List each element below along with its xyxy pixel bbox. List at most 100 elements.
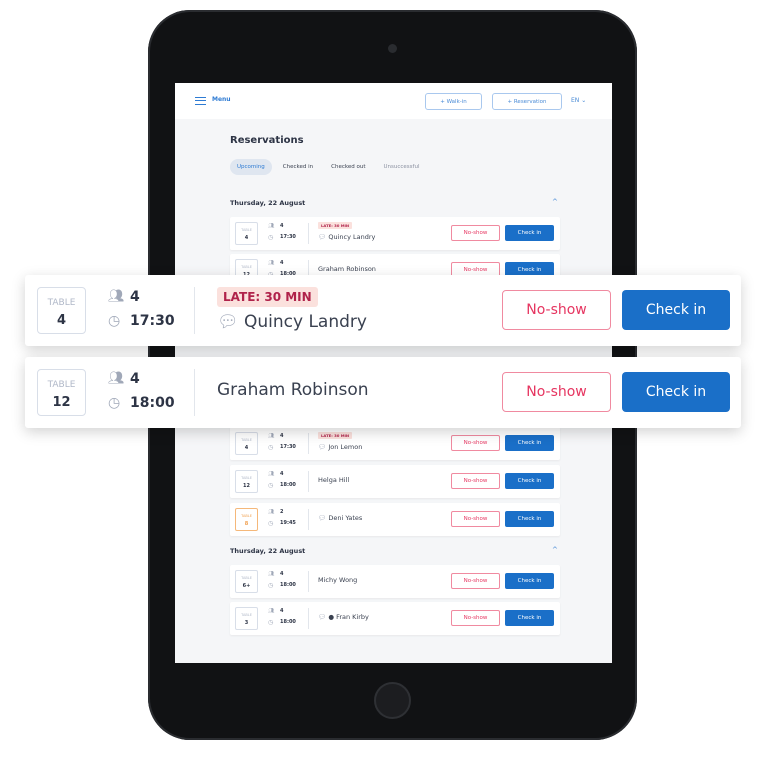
check-in-button[interactable]: Check in: [622, 290, 730, 330]
no-show-button[interactable]: No-show: [451, 473, 500, 489]
reservation-time: 18:00: [130, 395, 175, 411]
reservation-time: 18:00: [280, 482, 296, 488]
guests-icon: 👥︎: [268, 471, 275, 477]
note-icon: 💬︎: [318, 443, 329, 451]
divider: [308, 223, 309, 244]
check-in-button[interactable]: Check in: [622, 372, 730, 412]
add-reservation-button[interactable]: + Reservation: [492, 93, 562, 110]
reservation-time: 19:45: [280, 520, 296, 526]
guest-name: Deni Yates: [328, 514, 363, 522]
guest-count: 4: [280, 471, 284, 477]
reservation-row: TABLE 3 👥︎ 4 ◷ 18:00 💬︎ ● Fran Kirby No-show Che…: [230, 602, 560, 635]
late-badge: LATE: 30 MIN: [318, 222, 353, 229]
clock-icon: ◷: [268, 619, 274, 626]
no-show-button[interactable]: No-show: [451, 435, 500, 451]
clock-icon: ◷: [268, 482, 274, 489]
check-in-button[interactable]: Check in: [505, 573, 554, 589]
divider: [308, 433, 309, 454]
menu-button[interactable]: Menu: [212, 96, 231, 103]
table-badge: TABLE 4: [37, 287, 86, 334]
reservation-time: 18:00: [280, 619, 296, 625]
table-label: TABLE: [241, 438, 252, 442]
table-label: TABLE: [47, 298, 76, 308]
chevron-down-icon: ⌄: [581, 97, 587, 104]
tab-unsuccessful[interactable]: Unsuccessful: [377, 159, 427, 175]
no-show-button[interactable]: No-show: [451, 573, 500, 589]
reservation-row: TABLE 8 👥︎ 2 ◷ 19:45 💬︎ Deni Yates No-show Check…: [230, 503, 560, 536]
language-value: EN: [571, 97, 580, 104]
clock-icon: ◷: [108, 313, 121, 329]
guest-name: Michy Wong: [318, 576, 358, 584]
guest-name-wrap: Michy Wong: [318, 576, 357, 584]
guest-count: 4: [280, 260, 284, 266]
tab-checked-out[interactable]: Checked out: [324, 159, 372, 175]
check-in-button[interactable]: Check in: [505, 473, 554, 489]
table-number: 4: [244, 445, 249, 451]
check-in-button[interactable]: Check in: [505, 511, 554, 527]
note-icon: 💬︎: [318, 233, 329, 241]
page-title: Reservations: [230, 135, 304, 146]
clock-icon: ◷: [268, 582, 274, 589]
collapse-chevron-icon[interactable]: ^: [552, 546, 558, 554]
table-label: TABLE: [241, 576, 252, 580]
language-selector[interactable]: EN ⌄: [571, 97, 586, 104]
guest-name-wrap: 💬︎ Quincy Landry: [318, 233, 375, 241]
guest-count: 4: [280, 571, 284, 577]
clock-icon: ◷: [268, 234, 274, 241]
reservation-row: TABLE 4 👥︎ 4 ◷ 17:30 LATE: 30 MIN 💬︎ Jon Lemon N…: [230, 427, 560, 460]
guest-name-wrap: Graham Robinson: [318, 265, 376, 273]
guest-name-wrap: 💬︎ Quincy Landry: [217, 312, 367, 332]
no-show-button[interactable]: No-show: [451, 225, 500, 241]
guest-count: 4: [130, 289, 140, 305]
table-label: TABLE: [241, 476, 252, 480]
table-number: 12: [243, 483, 250, 489]
collapse-chevron-icon[interactable]: ^: [552, 198, 558, 206]
no-show-button[interactable]: No-show: [451, 610, 500, 626]
table-label: TABLE: [47, 380, 76, 390]
guest-name: Quincy Landry: [244, 312, 367, 332]
reservation-row: TABLE 6+ 👥︎ 4 ◷ 18:00 Michy Wong No-show Check i…: [230, 565, 560, 598]
no-show-button[interactable]: No-show: [502, 372, 611, 412]
guests-icon: 👥︎: [268, 571, 275, 577]
reservation-time: 17:30: [280, 444, 296, 450]
guest-name: Jon Lemon: [328, 443, 363, 451]
note-icon: 💬︎: [318, 613, 329, 621]
guests-icon: 👥︎: [268, 608, 275, 614]
table-badge: TABLE 8: [235, 508, 258, 531]
top-bar: Menu + Walk-in + Reservation EN ⌄: [175, 83, 612, 119]
reservation-time: 17:30: [130, 313, 175, 329]
table-badge: TABLE 12: [235, 470, 258, 493]
tab-checked-in[interactable]: Checked in: [276, 159, 320, 175]
divider: [308, 571, 309, 592]
guest-count: 4: [280, 433, 284, 439]
guest-name-wrap: 💬︎ Deni Yates: [318, 514, 362, 522]
section-date: Thursday, 22 August: [230, 547, 306, 555]
table-number: 6+: [242, 583, 251, 589]
divider: [194, 369, 195, 416]
guest-name-wrap: Graham Robinson: [217, 380, 369, 400]
no-show-button[interactable]: No-show: [502, 290, 611, 330]
guest-name: Quincy Landry: [328, 233, 376, 241]
table-badge: TABLE 6+: [235, 570, 258, 593]
table-badge: TABLE 4: [235, 222, 258, 245]
check-in-button[interactable]: Check in: [505, 225, 554, 241]
guests-icon: 👥︎: [268, 433, 275, 439]
clock-icon: ◷: [268, 444, 274, 451]
check-in-button[interactable]: Check in: [505, 435, 554, 451]
hamburger-menu-icon[interactable]: [195, 97, 206, 105]
featured-reservation-card: TABLE 4 👥︎ 4 ◷ 17:30 LATE: 30 MIN 💬︎ Quincy Lan…: [25, 275, 741, 346]
check-in-button[interactable]: Check in: [505, 610, 554, 626]
guest-name: Graham Robinson: [217, 380, 369, 400]
featured-reservation-card: TABLE 12 👥︎ 4 ◷ 18:00 Graham Robinson No-show Ch…: [25, 357, 741, 428]
no-show-button[interactable]: No-show: [451, 511, 500, 527]
table-badge: TABLE 3: [235, 607, 258, 630]
note-icon: 💬︎: [217, 312, 244, 332]
late-badge: LATE: 30 MIN: [217, 287, 318, 307]
walk-in-button[interactable]: + Walk-in: [425, 93, 482, 110]
divider: [194, 287, 195, 334]
tab-upcoming[interactable]: Upcoming: [230, 159, 272, 175]
guest-count: 4: [130, 371, 140, 387]
home-button[interactable]: [374, 682, 411, 719]
note-icon: 💬︎: [318, 514, 329, 522]
reservation-row: TABLE 12 👥︎ 4 ◷ 18:00 Helga Hill No-show Check i…: [230, 465, 560, 498]
